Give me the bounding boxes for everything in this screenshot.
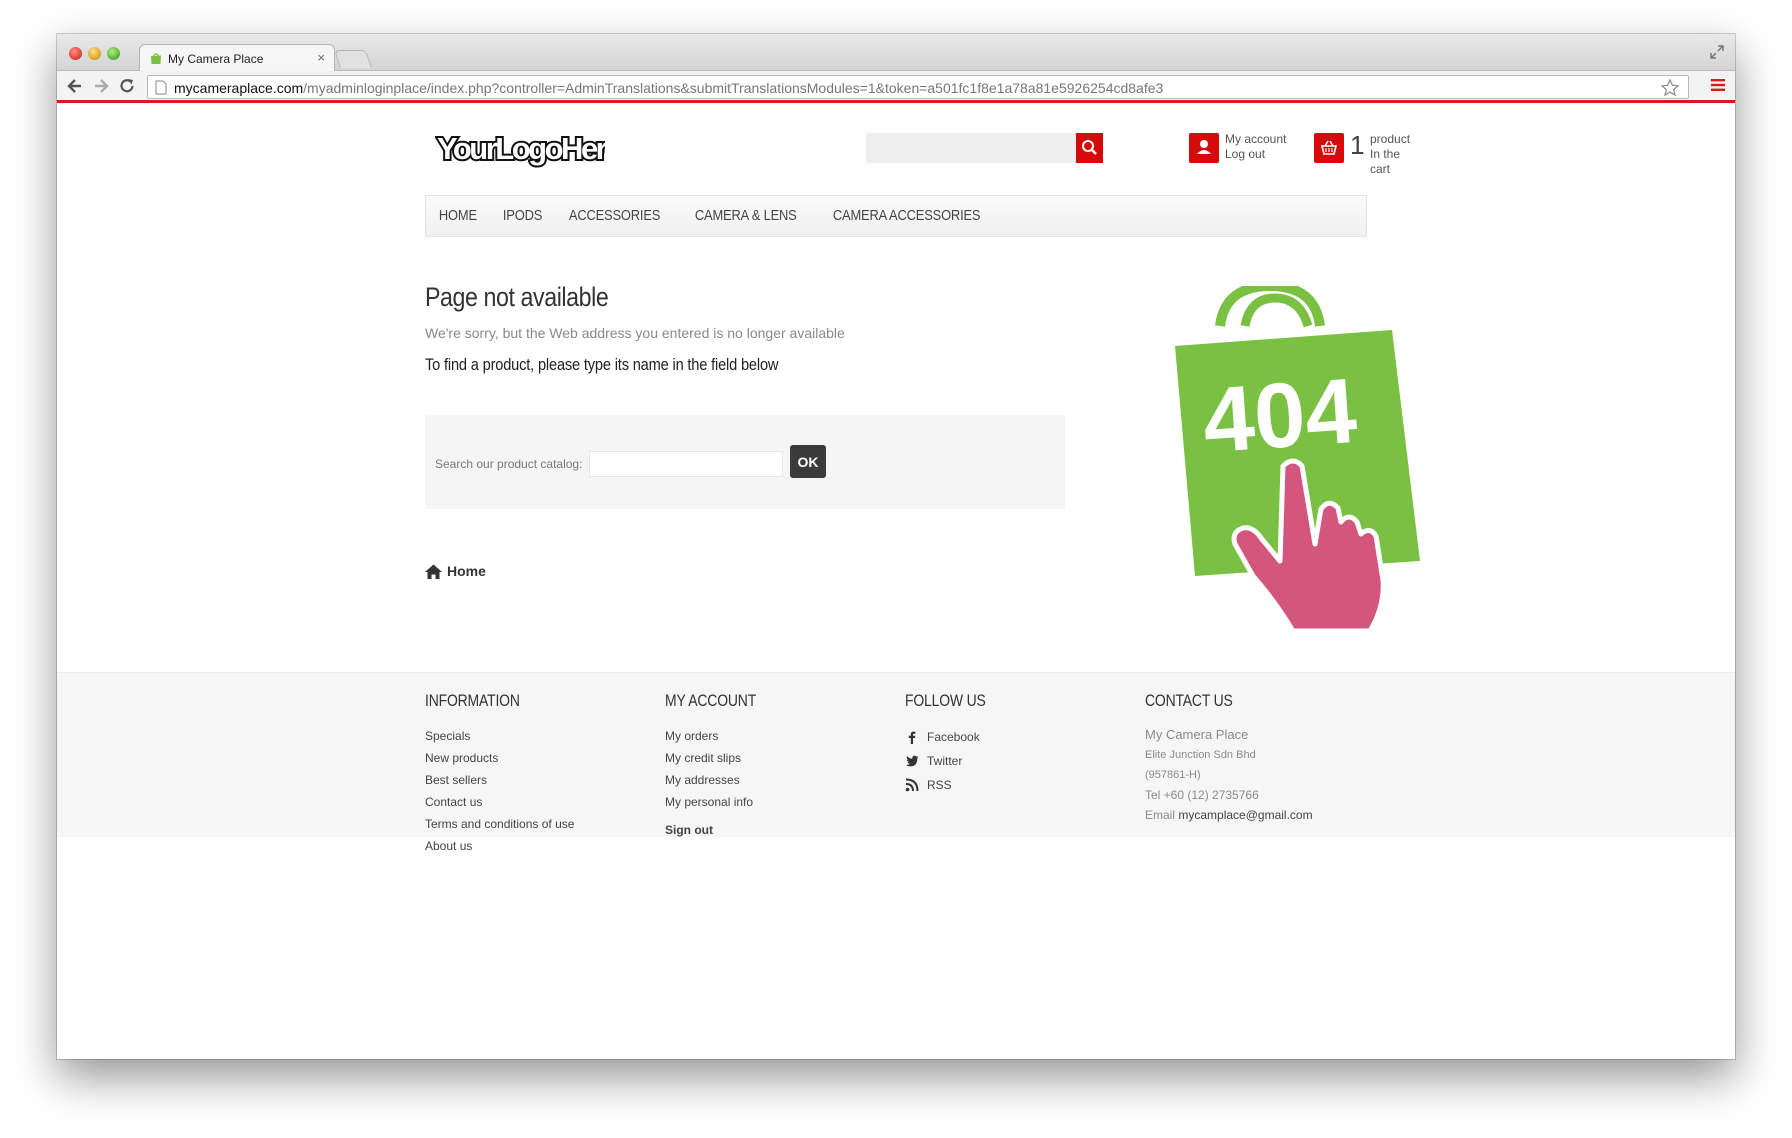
footer-my-account-title: MY ACCOUNT (665, 691, 757, 710)
back-arrow-icon[interactable] (65, 76, 85, 96)
svg-text:YourLogoHere: YourLogoHere (437, 131, 605, 166)
svg-text:404: 404 (1200, 360, 1360, 472)
rss-icon (905, 778, 919, 792)
menu-item-home[interactable]: HOME (426, 196, 490, 236)
footer-link-specials[interactable]: Specials (425, 725, 655, 747)
page-icon (155, 80, 167, 95)
cart-line-in-cart: In the cart (1370, 147, 1401, 176)
new-tab-button[interactable] (334, 50, 372, 68)
footer-link-personal-info[interactable]: My personal info (665, 791, 895, 813)
email-line: Email mycamplace@gmail.com (1145, 805, 1405, 825)
footer-link-my-orders[interactable]: My orders (665, 725, 895, 747)
cart-count: 1 (1350, 130, 1365, 160)
footer-follow-us-title: FOLLOW US (905, 691, 986, 710)
menu-item-accessories[interactable]: ACCESSORIES (556, 196, 673, 236)
browser-window: My Camera Place × mycameraplace.com/myad… (57, 34, 1735, 1059)
company-name: Elite Junction Sdn Bhd (1145, 749, 1256, 761)
ok-button[interactable]: OK (790, 445, 826, 478)
menu-item-camera-accessories[interactable]: CAMERA ACCESSORIES (820, 196, 993, 236)
footer-information-title: INFORMATION (425, 691, 520, 710)
catalog-search-input[interactable] (589, 451, 783, 477)
browser-toolbar: mycameraplace.com/myadminloginplace/inde… (57, 71, 1735, 103)
url-text: mycameraplace.com/myadminloginplace/inde… (174, 80, 1164, 96)
footer-follow-us: FOLLOW US Facebook Twitter RSS (905, 691, 1135, 797)
header-search-button[interactable] (1076, 133, 1103, 163)
header-search-input[interactable] (866, 133, 1076, 163)
forward-arrow-icon[interactable] (91, 76, 111, 96)
catalog-search-box: Search our product catalog: OK (425, 415, 1065, 509)
basket-icon (1320, 140, 1338, 155)
phone-number: Tel +60 (12) 2735766 (1145, 788, 1259, 802)
user-icon (1197, 140, 1211, 154)
cart-button[interactable] (1314, 133, 1344, 163)
email-link[interactable]: mycamplace@gmail.com (1178, 808, 1312, 822)
home-link[interactable]: Home (425, 563, 486, 579)
footer-link-sign-out[interactable]: Sign out (665, 819, 895, 841)
zoom-window-button[interactable] (107, 47, 120, 60)
footer-link-facebook[interactable]: Facebook (905, 725, 1135, 749)
cart-line-product: product (1370, 132, 1411, 146)
footer-contact-us: CONTACT US My Camera Place Elite Junctio… (1145, 691, 1405, 825)
my-account-link[interactable]: My account (1225, 132, 1286, 147)
facebook-icon (908, 731, 916, 744)
email-label: Email (1145, 808, 1176, 822)
twitter-icon (905, 755, 919, 767)
footer-information: INFORMATION Specials New products Best s… (425, 691, 655, 857)
account-links: My account Log out (1225, 132, 1286, 162)
tab-close-icon[interactable]: × (317, 50, 325, 65)
home-icon (425, 564, 442, 579)
minimize-window-button[interactable] (88, 47, 101, 60)
store-name: My Camera Place (1145, 727, 1249, 742)
footer-link-about-us[interactable]: About us (425, 835, 655, 857)
menu-item-camera-lens[interactable]: CAMERA & LENS (682, 196, 810, 236)
account-button[interactable] (1189, 133, 1219, 163)
footer-my-account: MY ACCOUNT My orders My credit slips My … (665, 691, 895, 841)
footer-link-best-sellers[interactable]: Best sellers (425, 769, 655, 791)
log-out-link[interactable]: Log out (1225, 147, 1286, 162)
facebook-label: Facebook (927, 730, 980, 744)
menu-item-ipods[interactable]: IPODS (490, 196, 555, 236)
favicon-icon (151, 53, 161, 64)
page-title: Page not available (425, 282, 609, 312)
web-page: YourLogoHere My account Log out 1 produc… (57, 106, 1735, 1059)
footer: INFORMATION Specials New products Best s… (57, 672, 1735, 853)
fullscreen-icon[interactable] (1709, 44, 1725, 60)
footer-contact-us-title: CONTACT US (1145, 691, 1233, 710)
footer-link-addresses[interactable]: My addresses (665, 769, 895, 791)
company-registration: (957861-H) (1145, 769, 1201, 781)
footer-link-twitter[interactable]: Twitter (905, 749, 1135, 773)
cart-summary[interactable]: product In the cart (1370, 132, 1410, 177)
footer-link-terms[interactable]: Terms and conditions of use (425, 813, 655, 835)
404-shopping-bag-illustration: 404 (1175, 286, 1420, 631)
search-hint: To find a product, please type its name … (425, 355, 779, 374)
site-logo[interactable]: YourLogoHere (435, 126, 605, 170)
browser-menu-icon[interactable] (1711, 78, 1725, 92)
close-window-button[interactable] (69, 47, 82, 60)
twitter-label: Twitter (927, 754, 963, 768)
footer-link-new-products[interactable]: New products (425, 747, 655, 769)
tab-title: My Camera Place (168, 52, 264, 66)
footer-link-credit-slips[interactable]: My credit slips (665, 747, 895, 769)
footer-link-rss[interactable]: RSS (905, 773, 1135, 797)
header-search (866, 133, 1103, 163)
catalog-search-label: Search our product catalog: (435, 457, 583, 471)
main-menu: HOME IPODS ACCESSORIES CAMERA & LENS CAMERA … (425, 195, 1367, 237)
footer-link-contact-us[interactable]: Contact us (425, 791, 655, 813)
tab-strip: My Camera Place × (57, 34, 1735, 72)
home-link-label: Home (447, 563, 486, 579)
address-bar[interactable]: mycameraplace.com/myadminloginplace/inde… (147, 75, 1689, 99)
bookmark-star-icon[interactable] (1660, 78, 1680, 98)
search-icon (1082, 140, 1097, 155)
browser-tab[interactable]: My Camera Place × (139, 44, 335, 72)
sorry-message: We're sorry, but the Web address you ent… (425, 325, 845, 341)
reload-icon[interactable] (117, 76, 137, 96)
rss-label: RSS (927, 778, 952, 792)
